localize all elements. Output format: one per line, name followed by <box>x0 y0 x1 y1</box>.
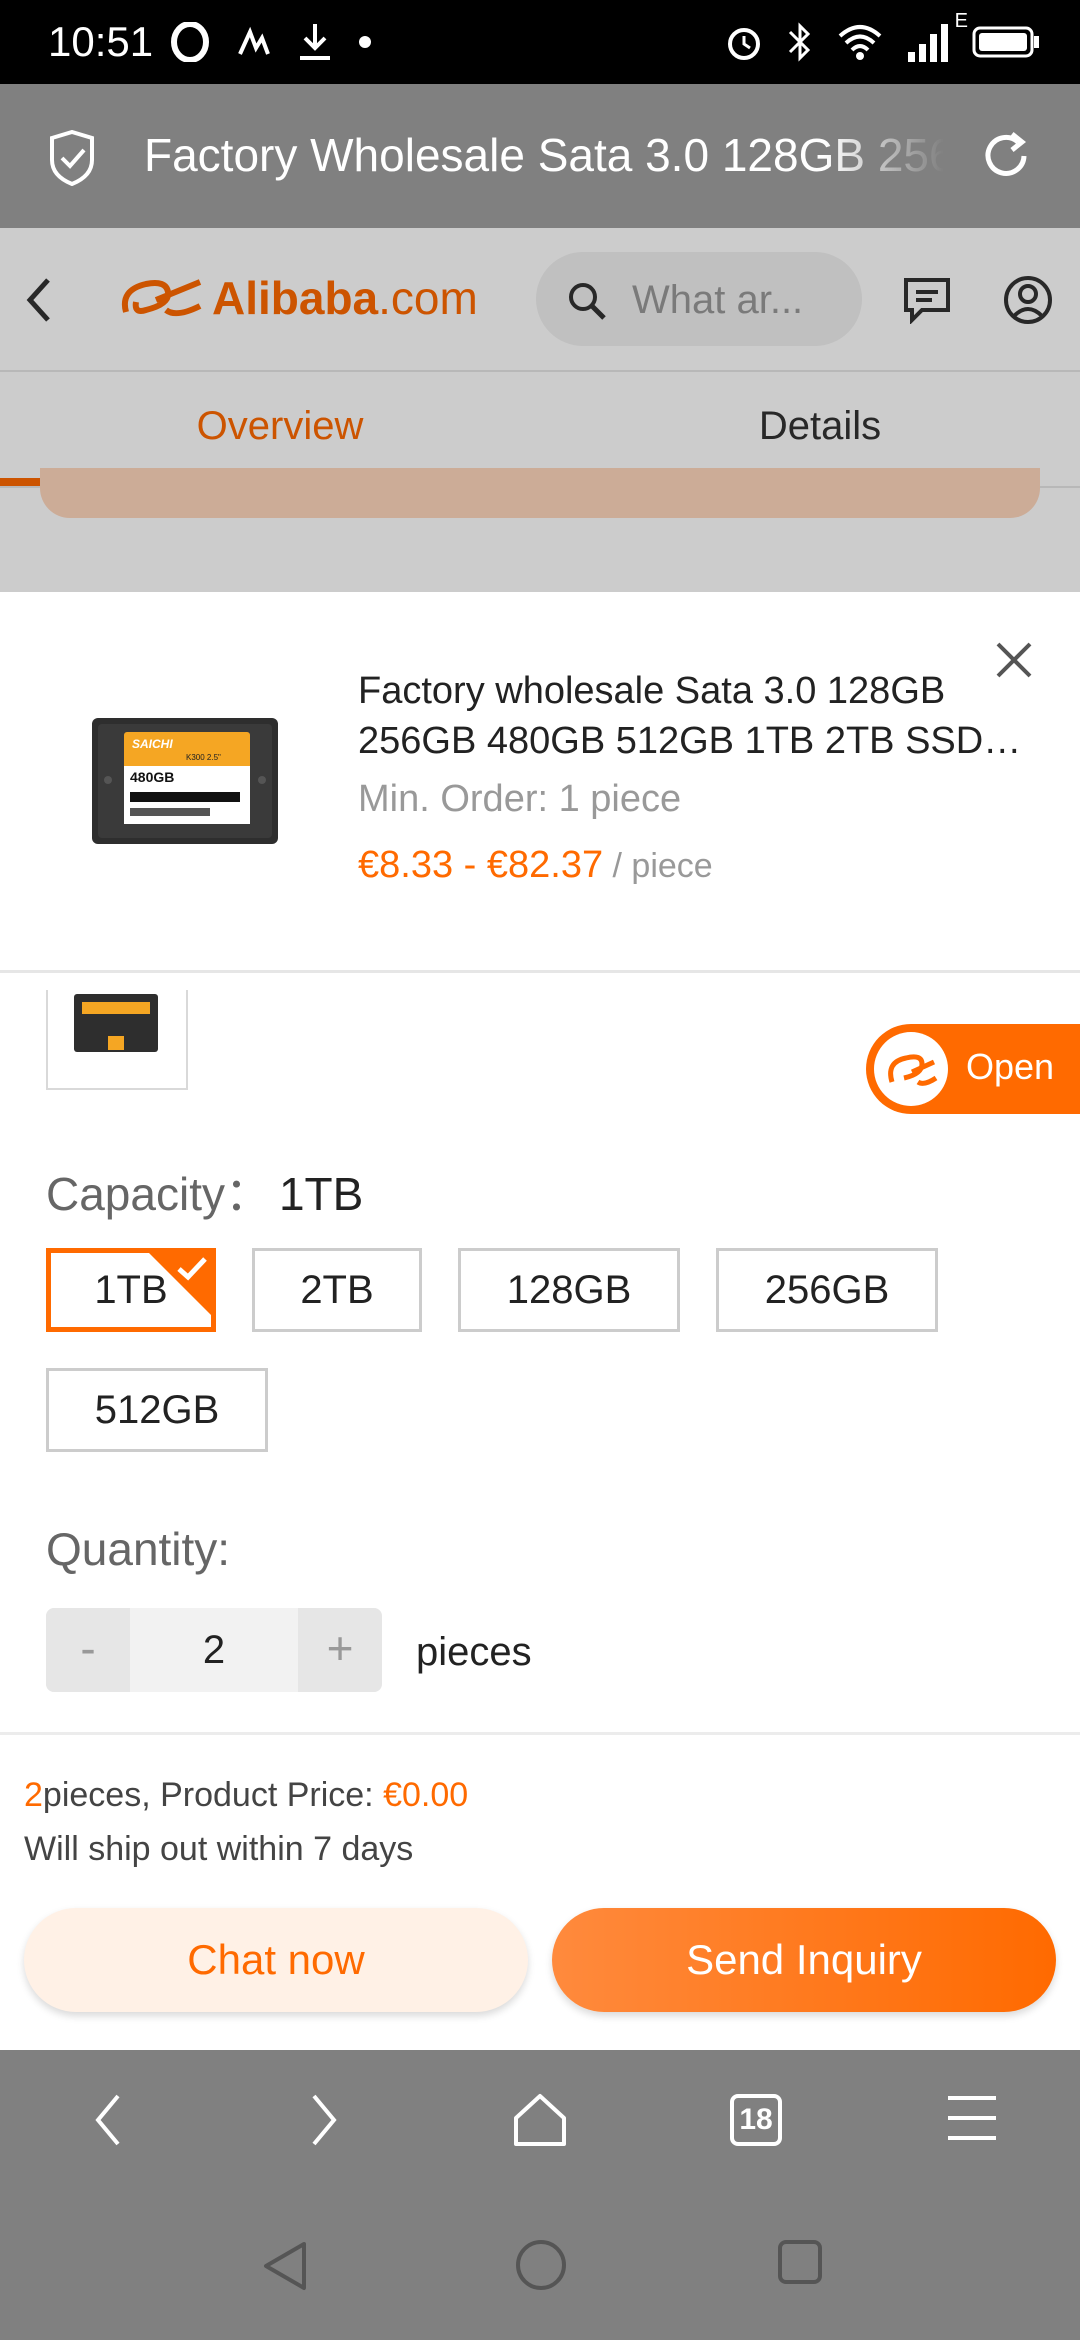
dot-icon <box>359 36 371 48</box>
opera-icon <box>171 22 209 62</box>
home-icon[interactable] <box>510 2090 570 2150</box>
alibaba-mark-icon <box>122 279 202 317</box>
search-input[interactable]: What ar... <box>536 252 862 346</box>
browser-address-bar: Factory Wholesale Sata 3.0 128GB 256GB 4… <box>0 84 1080 228</box>
divider <box>0 1732 1080 1735</box>
status-bar: 10:51 E <box>0 0 1080 84</box>
system-nav-bar <box>0 2196 1080 2340</box>
signal-icon <box>908 24 948 62</box>
min-order: Min. Order: 1 piece <box>358 778 682 820</box>
product-image[interactable]: SAICHI K300 2.5" 480GB <box>90 716 280 846</box>
network-type-badge: E <box>954 10 968 32</box>
download-icon <box>300 24 330 60</box>
menu-icon[interactable] <box>944 2090 1000 2146</box>
alibaba-logo[interactable]: Alibaba .com <box>116 270 478 326</box>
status-time: 10:51 <box>48 18 154 65</box>
tabs-count-button[interactable]: 18 <box>730 2094 782 2146</box>
open-app-button[interactable]: Open <box>866 1024 1080 1114</box>
reload-icon[interactable] <box>976 126 1036 186</box>
price-unit: / piece <box>603 847 713 885</box>
sku-thumbnail[interactable] <box>46 990 188 1090</box>
system-home-icon[interactable] <box>514 2238 568 2292</box>
alibaba-mark-icon <box>888 1054 938 1086</box>
summary-price: €0.00 <box>383 1776 469 1814</box>
back-icon[interactable] <box>90 2090 126 2150</box>
capacity-option-256gb[interactable]: 256GB <box>716 1248 938 1332</box>
capacity-selected-value: 1TB <box>278 1168 364 1220</box>
peach-banner <box>40 468 1040 518</box>
signature-icon <box>238 26 270 55</box>
svg-text:K300 2.5": K300 2.5" <box>186 753 221 762</box>
thumbnail-image <box>74 994 158 1052</box>
search-icon <box>569 283 606 320</box>
divider <box>0 970 1080 973</box>
quantity-label: Quantity: <box>46 1523 231 1575</box>
alarm-icon <box>728 28 760 60</box>
quantity-unit: pieces <box>416 1630 532 1674</box>
quantity-stepper: - 2 + <box>46 1608 382 1692</box>
capacity-option-512gb[interactable]: 512GB <box>46 1368 268 1452</box>
system-back-icon[interactable] <box>260 2238 310 2294</box>
svg-text:480GB: 480GB <box>130 769 174 785</box>
account-icon[interactable] <box>1002 274 1054 326</box>
increment-button[interactable]: + <box>298 1608 382 1692</box>
summary-count: 2 <box>24 1776 43 1814</box>
capacity-option-128gb[interactable]: 128GB <box>458 1248 680 1332</box>
forward-icon[interactable] <box>306 2090 342 2150</box>
url-title[interactable]: Factory Wholesale Sata 3.0 128GB 256GB 4… <box>144 128 944 182</box>
shield-check-icon[interactable] <box>46 130 98 186</box>
svg-text:SAICHI: SAICHI <box>132 737 173 751</box>
capacity-label: Capacity： 1TB <box>46 1168 364 1220</box>
search-placeholder: What ar... <box>632 278 804 322</box>
chat-now-button[interactable]: Chat now <box>24 1908 528 2012</box>
quantity-input[interactable]: 2 <box>130 1608 298 1692</box>
system-recents-icon[interactable] <box>776 2238 824 2286</box>
order-summary: 2pieces, Product Price: €0.00 <box>24 1776 469 1814</box>
shipping-info: Will ship out within 7 days <box>24 1830 414 1868</box>
check-icon <box>177 1257 207 1281</box>
bluetooth-icon <box>788 22 811 62</box>
capacity-option-2tb[interactable]: 2TB <box>252 1248 422 1332</box>
battery-icon <box>972 26 1039 58</box>
back-arrow-icon[interactable] <box>24 276 54 324</box>
wifi-icon <box>838 25 882 60</box>
send-inquiry-button[interactable]: Send Inquiry <box>552 1908 1056 2012</box>
decrement-button[interactable]: - <box>46 1608 130 1692</box>
product-title: Factory wholesale Sata 3.0 128GB 256GB 4… <box>358 670 984 762</box>
price-range: €8.33 - €82.37 / piece <box>358 844 713 886</box>
page-content-peek <box>0 468 1080 592</box>
message-icon[interactable] <box>902 276 952 324</box>
browser-nav-bar: 18 <box>0 2050 1080 2196</box>
sku-selection-sheet: SAICHI K300 2.5" 480GB Factory wholesale… <box>0 592 1080 2050</box>
site-header: Alibaba .com What ar... <box>0 228 1080 372</box>
capacity-option-1tb[interactable]: 1TB <box>46 1248 216 1332</box>
